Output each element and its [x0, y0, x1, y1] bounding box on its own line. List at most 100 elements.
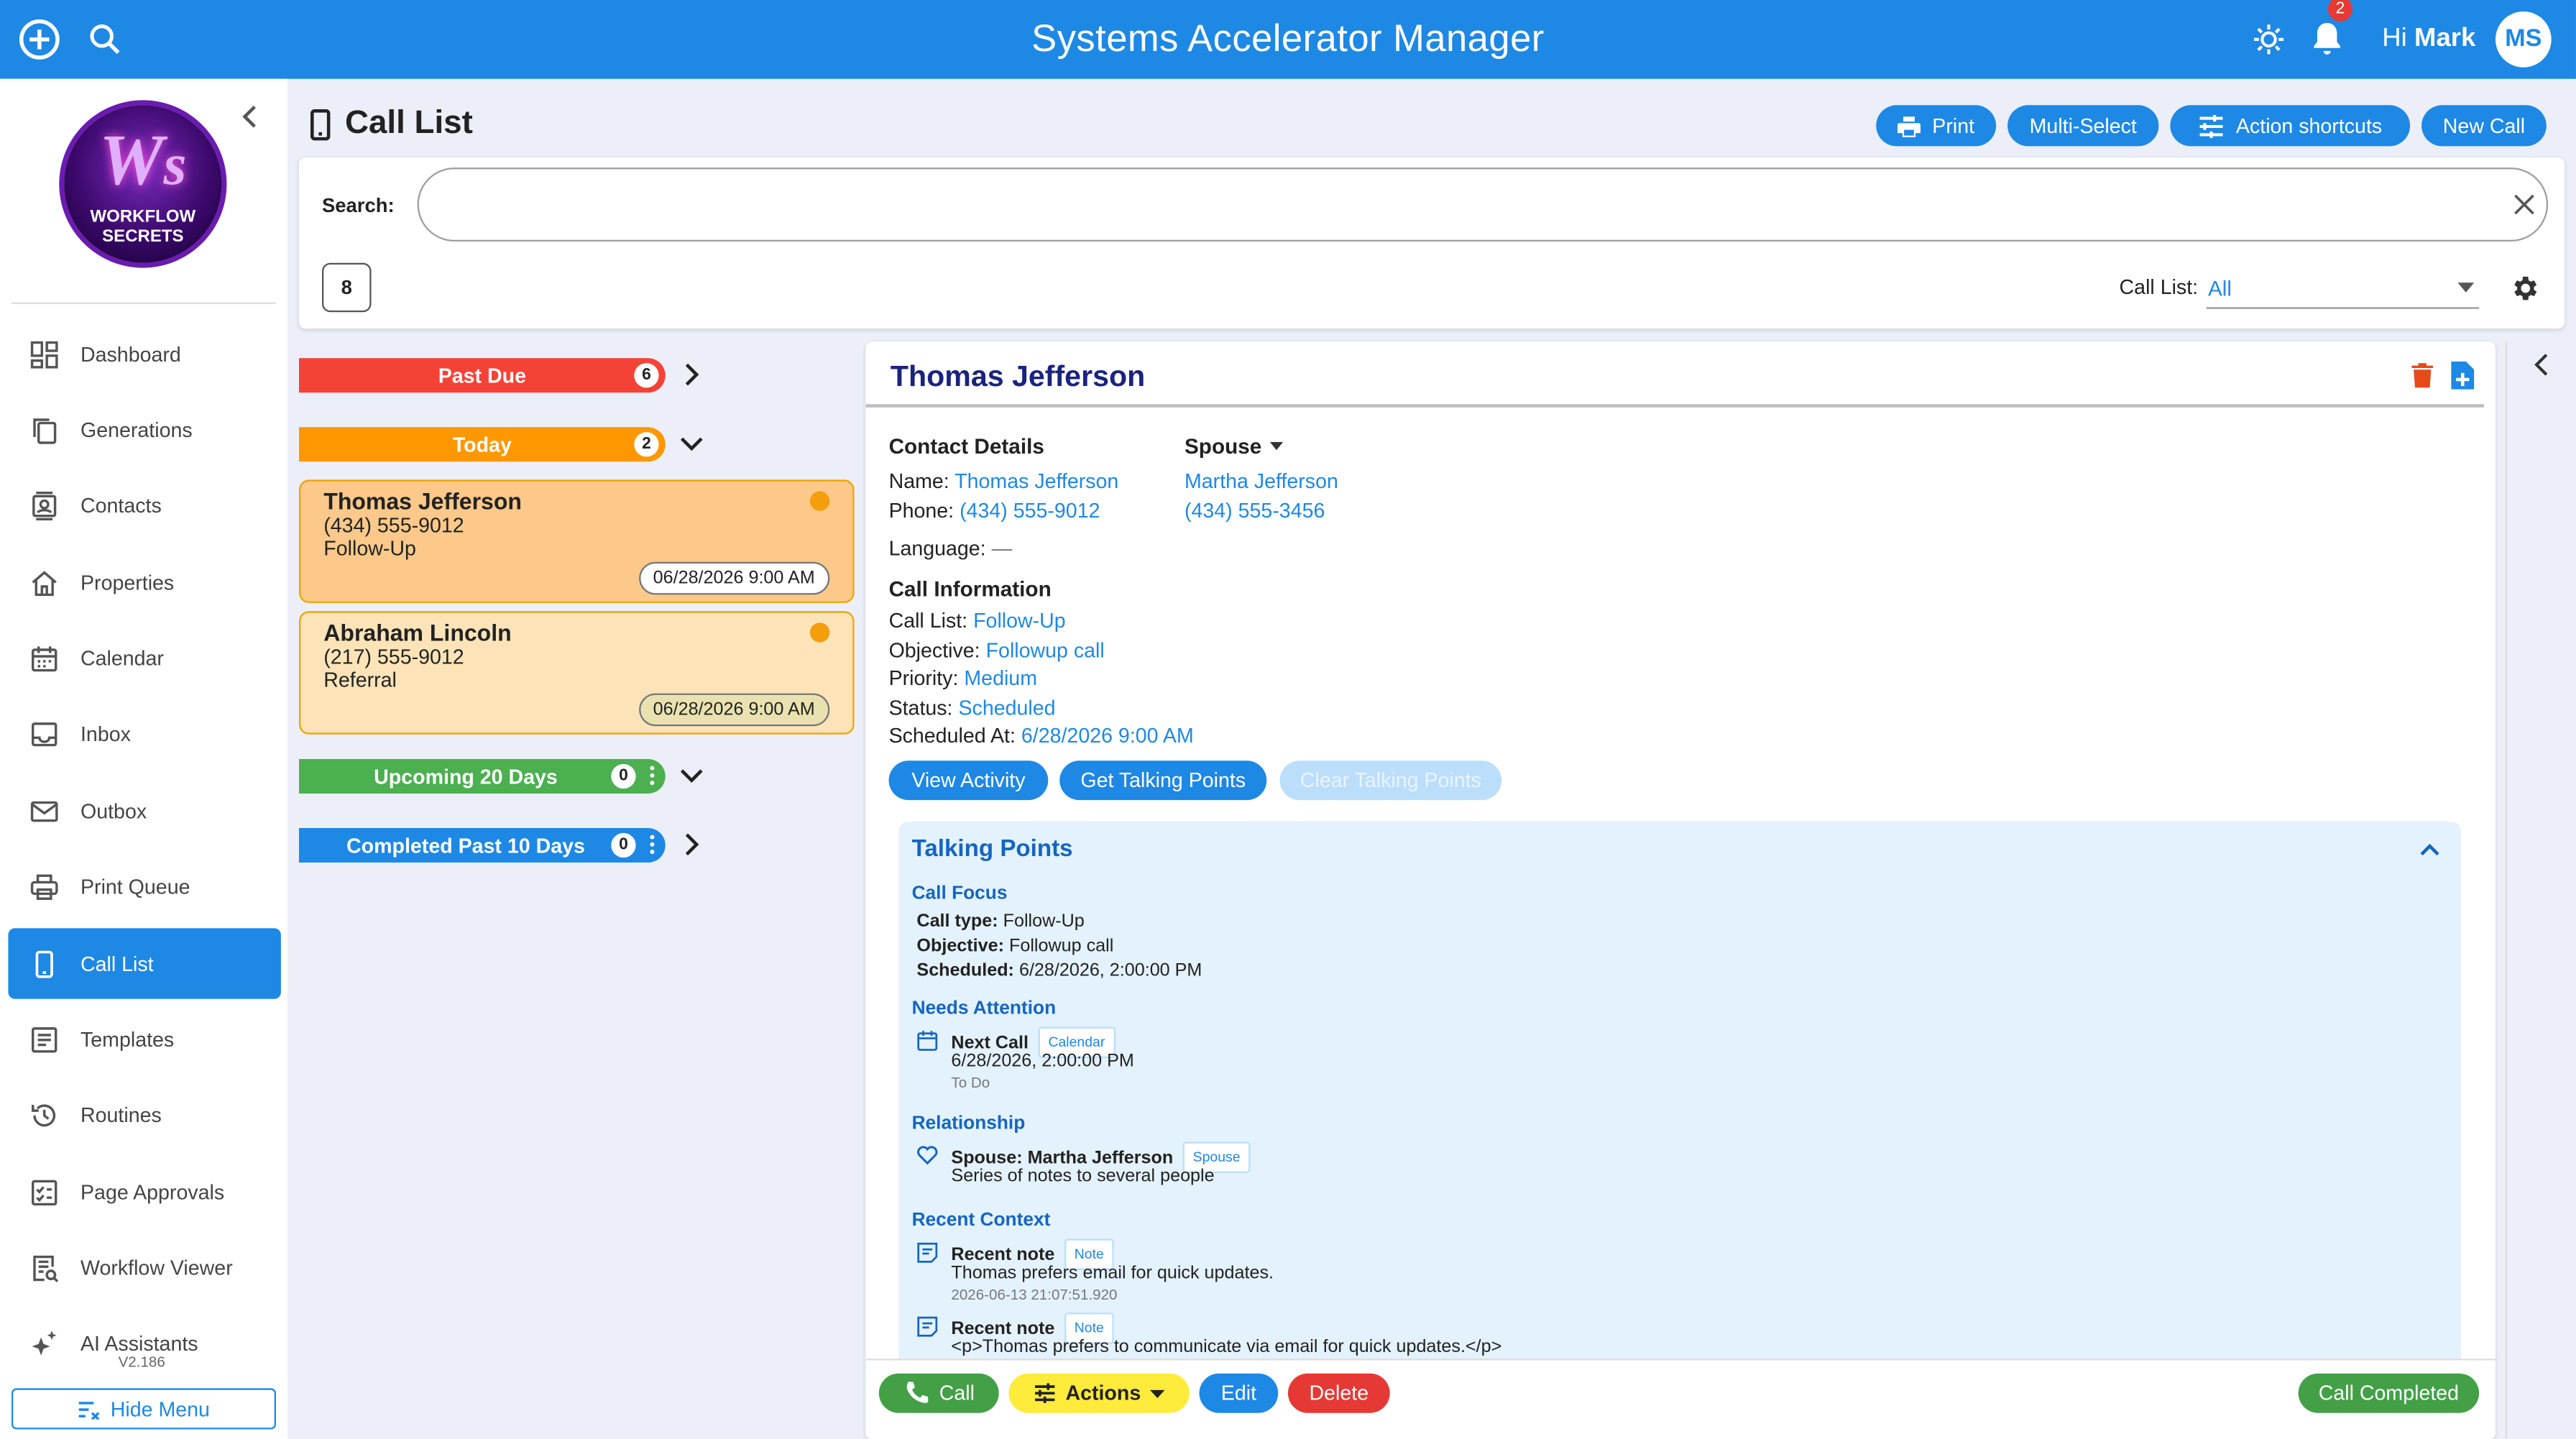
focus-scheduled-row: Scheduled: 6/28/2026, 2:00:00 PM [916, 960, 1202, 984]
sidebar-item-templates[interactable]: Templates [8, 1004, 280, 1075]
more-vert-icon[interactable] [649, 764, 656, 787]
collapse-sidebar-icon[interactable] [240, 105, 259, 128]
call-list-row: Call List: Follow-Up [889, 610, 1066, 633]
printer-icon [28, 870, 61, 903]
actions-button[interactable]: Actions [1008, 1373, 1190, 1413]
recent-note-text: <p>Thomas prefers to communicate via ema… [951, 1337, 1502, 1357]
edit-button[interactable]: Edit [1199, 1373, 1279, 1413]
sidebar-item-inbox[interactable]: Inbox [8, 698, 280, 768]
group-today[interactable]: Today 2 [298, 427, 666, 462]
sidebar-item-generations[interactable]: Generations [8, 395, 280, 465]
bell-icon[interactable] [2310, 19, 2345, 58]
logo-line2: SECRETS [102, 226, 184, 247]
scheduled-label: Scheduled At: [888, 724, 1016, 748]
sidebar-item-print-queue[interactable]: Print Queue [8, 851, 280, 921]
theme-toggle-icon[interactable] [2253, 23, 2286, 56]
call-type-row: Call type: Follow-Up [916, 910, 1084, 934]
sidebar-item-label: Generations [80, 418, 193, 441]
group-label: Past Due [438, 364, 526, 387]
sidebar-item-label: Dashboard [80, 342, 181, 366]
call-card-phone: (217) 555-9012 [323, 645, 464, 669]
logo-line1: WORKFLOW [90, 206, 196, 227]
contact-phone-label: Phone: [888, 499, 954, 523]
chevron-down-icon[interactable] [678, 763, 705, 789]
sidebar-item-page-approvals[interactable]: Page Approvals [8, 1157, 280, 1227]
sidebar-item-routines[interactable]: Routines [8, 1080, 280, 1150]
avatar[interactable]: MS [2495, 11, 2552, 68]
call-card[interactable]: Thomas Jefferson (434) 555-9012 Follow-U… [298, 479, 855, 603]
call-label: Call [939, 1381, 975, 1405]
status-label: Status: [888, 696, 953, 720]
clear-search-icon[interactable] [2512, 192, 2536, 216]
chevron-left-icon[interactable] [2534, 353, 2550, 376]
call-list-label: Call List: [888, 609, 968, 633]
call-list-select-value: All [2207, 275, 2232, 301]
sidebar-item-calendar[interactable]: Calendar [8, 622, 280, 693]
clear-talking-points-button[interactable]: Clear Talking Points [1279, 760, 1502, 801]
contact-name-link[interactable]: Thomas Jefferson [954, 470, 1118, 493]
call-button[interactable]: Call [878, 1373, 999, 1413]
chevron-right-icon[interactable] [678, 362, 705, 388]
call-card[interactable]: Abraham Lincoln (217) 555-9012 Referral … [298, 611, 855, 735]
spouse-name-link[interactable]: Martha Jefferson [1184, 470, 1338, 493]
call-list-select[interactable]: All [2206, 266, 2480, 309]
checklist-icon [28, 1175, 61, 1208]
contact-phone-link[interactable]: (434) 555-9012 [960, 500, 1100, 523]
get-talking-points-button[interactable]: Get Talking Points [1059, 760, 1267, 801]
print-button[interactable]: Print [1876, 105, 1997, 147]
sidebar-item-label: Print Queue [80, 875, 190, 898]
bottom-action-bar: Call Actions Edit Delete Call Completed [865, 1358, 2496, 1439]
contact-name-row: Name: Thomas Jefferson [889, 470, 1119, 493]
contact-phone-row: Phone: (434) 555-9012 [889, 500, 1100, 523]
add-note-icon[interactable] [2451, 361, 2475, 390]
sidebar-item-call-list[interactable]: Call List [8, 928, 281, 999]
search-input-field[interactable] [448, 185, 2486, 226]
inbox-icon [28, 717, 61, 750]
new-call-button[interactable]: New Call [2421, 105, 2547, 147]
trash-icon[interactable] [2411, 363, 2434, 388]
group-label: Today [452, 433, 512, 456]
sidebar-item-label: Contacts [80, 493, 162, 517]
relationship-note: Series of notes to several people [951, 1166, 1215, 1187]
gear-icon[interactable] [2508, 272, 2539, 303]
group-count: 6 [634, 363, 659, 388]
chevron-down-icon[interactable] [678, 431, 705, 457]
priority-row: Priority: Medium [889, 667, 1037, 690]
spouse-heading: Spouse [1184, 433, 1262, 459]
hide-menu-button[interactable]: Hide Menu [11, 1388, 276, 1430]
recent-note-timestamp: 2026-06-13 21:07:51.920 [951, 1286, 1118, 1303]
sidebar-item-properties[interactable]: Properties [8, 547, 280, 617]
note-icon [916, 1316, 938, 1338]
multi-select-button[interactable]: Multi-Select [2007, 105, 2159, 147]
call-completed-button[interactable]: Call Completed [2298, 1373, 2480, 1413]
hide-menu-label: Hide Menu [110, 1397, 210, 1420]
group-completed[interactable]: Completed Past 10 Days 0 [298, 827, 666, 863]
multi-select-label: Multi-Select [2029, 114, 2137, 137]
sidebar-item-workflow-viewer[interactable]: Workflow Viewer [8, 1232, 280, 1302]
sidebar-item-contacts[interactable]: Contacts [8, 470, 280, 541]
chevron-right-icon[interactable] [678, 832, 705, 858]
group-upcoming[interactable]: Upcoming 20 Days 0 [298, 758, 666, 794]
call-card-type: Follow-Up [323, 537, 416, 561]
status-row: Status: Scheduled [889, 696, 1056, 720]
search-input[interactable] [417, 167, 2549, 242]
chevron-up-icon[interactable] [2420, 843, 2439, 856]
history-icon [28, 1098, 61, 1131]
call-card-date: 06/28/2026 9:00 AM [638, 561, 830, 595]
group-past-due[interactable]: Past Due 6 [298, 358, 666, 393]
top-bar: Systems Accelerator Manager 2 Hi Mark MS [0, 0, 2576, 79]
tune-icon [1033, 1383, 1056, 1403]
spouse-phone-link[interactable]: (434) 555-3456 [1184, 500, 1325, 523]
view-activity-button[interactable]: View Activity [888, 760, 1049, 801]
action-shortcuts-button[interactable]: Action shortcuts [2170, 105, 2411, 147]
sidebar-item-outbox[interactable]: Outbox [8, 776, 280, 846]
sparkle-icon [28, 1327, 61, 1360]
spouse-dropdown[interactable]: Spouse [1184, 433, 1284, 459]
sidebar-item-dashboard[interactable]: Dashboard [8, 318, 280, 389]
delete-button[interactable]: Delete [1287, 1373, 1390, 1413]
more-vert-icon[interactable] [649, 833, 656, 856]
call-type-label: Call type: [916, 911, 998, 932]
scheduled-row: Scheduled At: 6/28/2026 9:00 AM [889, 725, 1194, 748]
language-row: Language: — [889, 537, 1013, 560]
print-label: Print [1932, 114, 1975, 137]
